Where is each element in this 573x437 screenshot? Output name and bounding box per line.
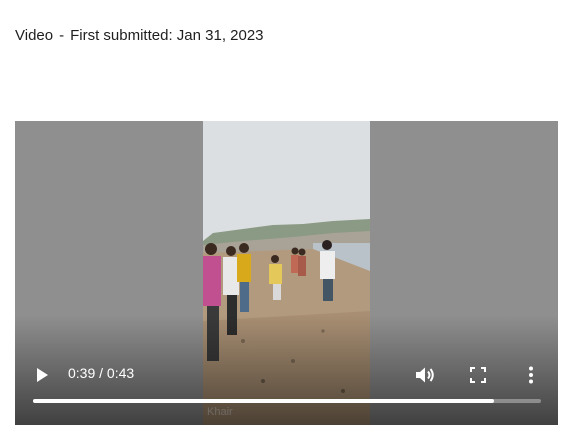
submitted-date: First submitted: Jan 31, 2023 <box>70 27 264 44</box>
watermark-text: Khair <box>207 406 233 418</box>
progress-fill <box>33 399 494 403</box>
more-options-icon <box>529 366 533 384</box>
fullscreen-icon <box>470 367 486 383</box>
volume-button[interactable] <box>412 362 438 388</box>
more-options-button[interactable] <box>518 362 544 388</box>
video-scene: Khair <box>203 121 370 425</box>
play-icon <box>37 368 48 382</box>
media-type-label: Video <box>15 27 54 44</box>
time-display: 0:39 / 0:43 <box>68 365 135 381</box>
progress-bar[interactable] <box>33 399 541 403</box>
fullscreen-button[interactable] <box>465 362 491 388</box>
separator: - <box>59 27 65 44</box>
submission-info: Video - First submitted: Jan 31, 2023 <box>15 27 264 44</box>
volume-icon <box>416 367 434 383</box>
play-button[interactable] <box>29 362 55 388</box>
video-player[interactable]: Khair 0:39 / 0:43 <box>15 121 558 425</box>
video-frame[interactable]: Khair <box>203 121 370 425</box>
